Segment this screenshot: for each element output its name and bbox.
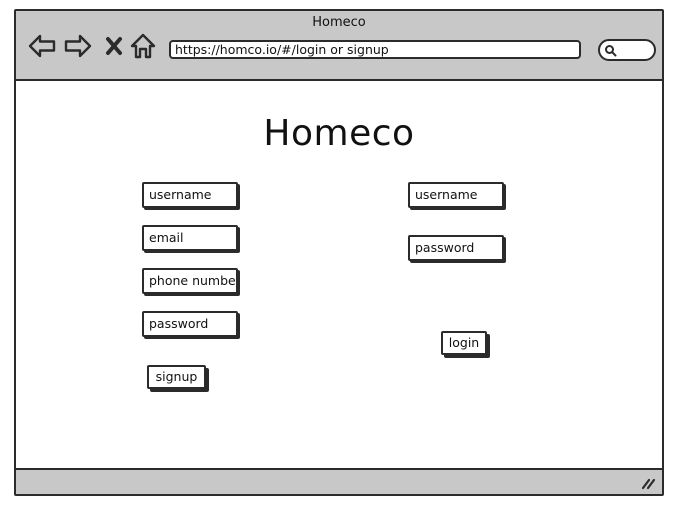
- browser-toolbar: Homeco https://homco.io/#/login or signu…: [16, 11, 662, 81]
- signup-email-field[interactable]: email: [142, 225, 238, 251]
- browser-search-box[interactable]: [598, 39, 656, 61]
- login-username-field[interactable]: username: [408, 182, 504, 208]
- window-title: Homeco: [312, 15, 366, 30]
- login-button[interactable]: login: [441, 331, 487, 355]
- home-icon[interactable]: [130, 33, 156, 59]
- page-content: Homeco username email phone number passw…: [16, 81, 662, 470]
- signup-password-field[interactable]: password: [142, 311, 238, 337]
- signup-phone-field[interactable]: phone number: [142, 268, 238, 294]
- back-arrow-icon[interactable]: [28, 33, 56, 59]
- resize-grip-icon[interactable]: [640, 476, 656, 490]
- search-icon: [605, 45, 617, 57]
- page-title: Homeco: [263, 113, 415, 154]
- login-password-field[interactable]: password: [408, 235, 504, 261]
- address-bar[interactable]: https://homco.io/#/login or signup: [169, 40, 581, 59]
- forward-arrow-icon[interactable]: [64, 33, 92, 59]
- signup-username-field[interactable]: username: [142, 182, 238, 208]
- status-bar: [16, 468, 662, 494]
- close-icon[interactable]: [104, 33, 124, 59]
- browser-window: Homeco https://homco.io/#/login or signu…: [14, 9, 664, 496]
- signup-button[interactable]: signup: [147, 365, 206, 389]
